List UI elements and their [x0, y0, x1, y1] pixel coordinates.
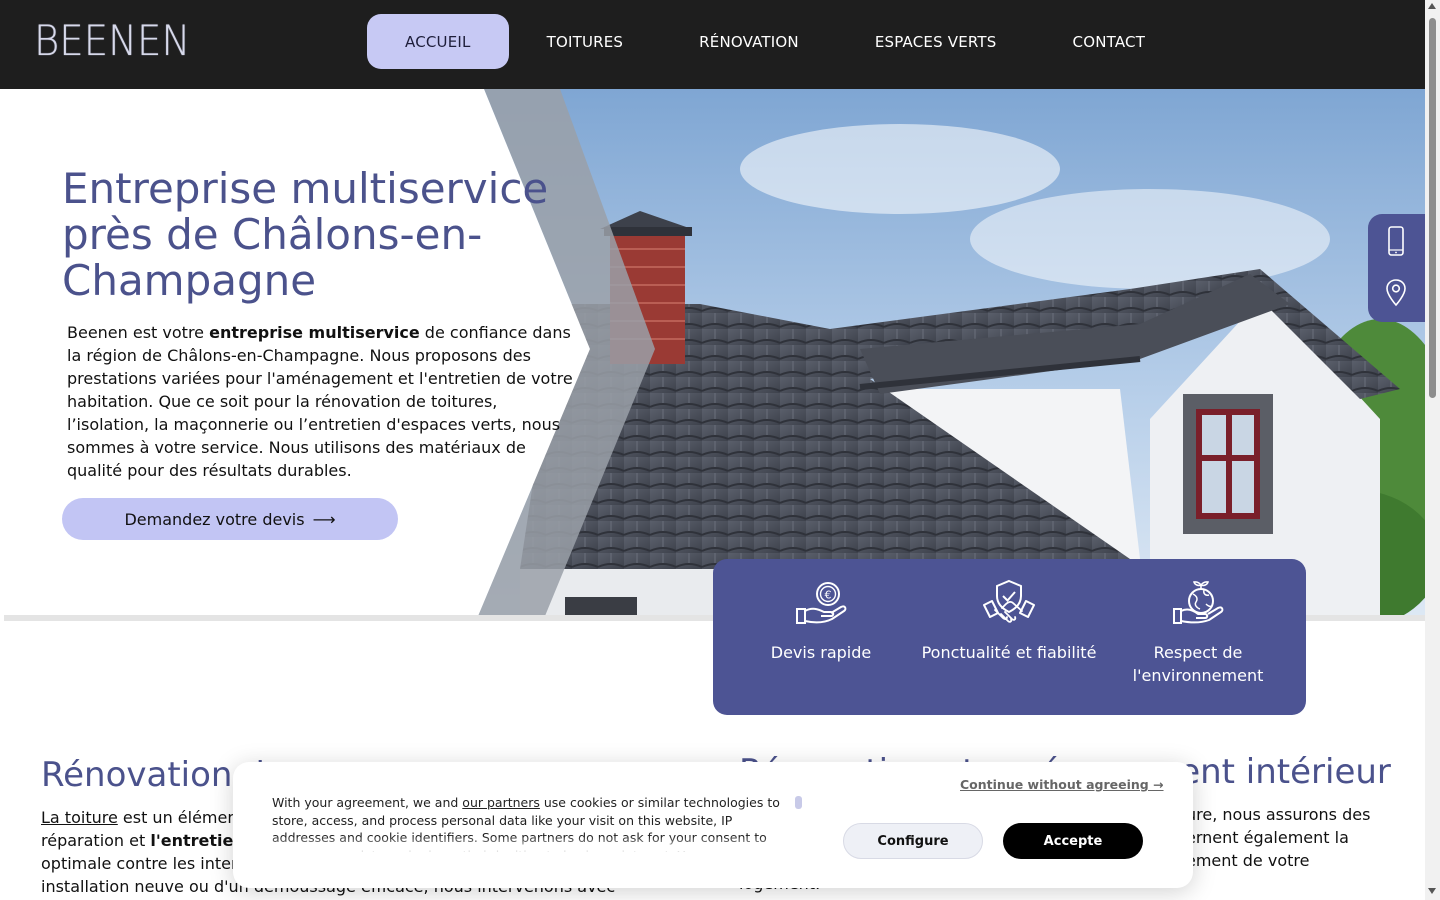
hero-title: Entreprise multiservice près de Châlons-…: [62, 164, 549, 305]
cookie-text-scrollbar[interactable]: [795, 796, 802, 809]
nav-item-accueil[interactable]: ACCUEIL: [367, 14, 509, 69]
feature-environnement: Respect de l'environnement: [1103, 579, 1293, 687]
partners-link[interactable]: our partners: [462, 795, 540, 810]
section-toiture-title: Rénovation d: [41, 755, 265, 795]
cookie-consent-banner: With your agreement, we and our partners…: [233, 762, 1193, 888]
nav-item-espaces-verts[interactable]: ESPACES VERTS: [837, 14, 1035, 69]
hero-description-bold: entreprise multiservice: [209, 323, 420, 342]
feature-devis-rapide-label: Devis rapide: [770, 643, 872, 662]
earth-hand-icon: [1173, 581, 1224, 624]
svg-text:€: €: [825, 589, 832, 602]
brand-logo[interactable]: BEENEN: [34, 16, 190, 65]
handshake-shield-icon: [983, 579, 1035, 623]
toiture-link[interactable]: La toiture: [41, 808, 118, 827]
nav-item-contact[interactable]: CONTACT: [1035, 14, 1184, 69]
feature-ponctualite: Ponctualité et fiabilité: [914, 579, 1104, 664]
main-nav: ACCUEIL TOITURES RÉNOVATION ESPACES VERT…: [367, 14, 1183, 69]
scrollbar-thumb[interactable]: [1429, 18, 1436, 398]
location-pin-icon[interactable]: [1384, 278, 1408, 308]
feature-ponctualite-label: Ponctualité et fiabilité: [921, 643, 1097, 662]
page-scrollbar[interactable]: [1425, 0, 1440, 900]
phone-icon[interactable]: [1384, 226, 1408, 256]
accept-button[interactable]: Accepte: [1003, 823, 1143, 859]
hero-description: Beenen est votre entreprise multiservice…: [67, 323, 573, 480]
euro-hand-icon: €: [796, 582, 847, 624]
site-header: BEENEN ACCUEIL TOITURES RÉNOVATION ESPAC…: [0, 0, 1425, 89]
arrow-right-icon: ⟶: [312, 509, 336, 529]
scroll-down-arrow-icon[interactable]: [1428, 888, 1436, 894]
side-contact-float: [1368, 214, 1425, 322]
continue-without-agreeing-link[interactable]: Continue without agreeing →: [960, 777, 1164, 792]
feature-environnement-label: Respect de l'environnement: [1132, 643, 1264, 685]
nav-item-toitures[interactable]: TOITURES: [509, 14, 662, 69]
section-interieur-text: ure, nous assurons des ernent également …: [1186, 805, 1371, 870]
configure-button[interactable]: Configure: [843, 823, 983, 859]
page: BEENEN ACCUEIL TOITURES RÉNOVATION ESPAC…: [0, 0, 1440, 900]
features-card: € Devis rapide Ponctualité et fiabilité: [713, 559, 1306, 715]
feature-devis-rapide: € Devis rapide: [726, 579, 916, 664]
cookie-text-fade: [272, 836, 792, 854]
quote-request-label: Demandez votre devis: [124, 509, 305, 529]
scroll-up-arrow-icon[interactable]: [1428, 3, 1436, 9]
quote-request-button[interactable]: Demandez votre devis ⟶: [62, 498, 398, 540]
nav-item-renovation[interactable]: RÉNOVATION: [661, 14, 837, 69]
